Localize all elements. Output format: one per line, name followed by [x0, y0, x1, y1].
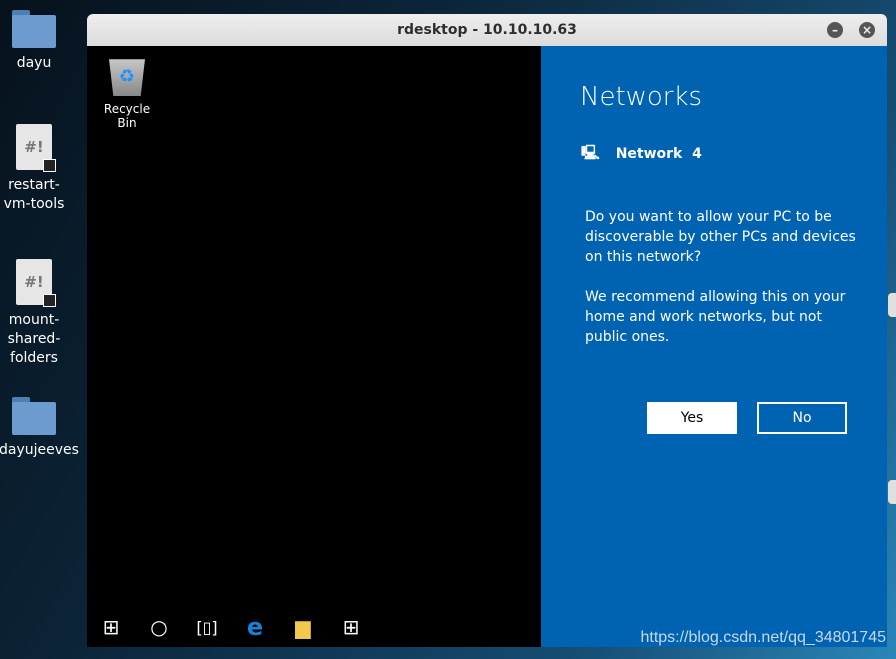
icon-label: dayujeeves	[0, 442, 79, 458]
folder-icon	[12, 10, 56, 48]
recycle-bin-label: Recycle Bin	[103, 102, 151, 130]
recommendation-text: We recommend allowing this on your home …	[585, 289, 846, 345]
desktop-edge-item	[888, 293, 896, 317]
close-icon[interactable]: ×	[859, 22, 875, 38]
networks-panel: Networks 🖳 Network 4 Do you want to allow…	[541, 46, 887, 647]
desktop-edge-item	[888, 480, 896, 504]
desktop-icon-dayu[interactable]: dayu	[0, 10, 69, 73]
minimize-icon[interactable]: –	[827, 22, 843, 38]
task-view-icon[interactable]: [▯]	[183, 618, 231, 637]
desktop-icon-mount-shared-folders[interactable]: #! mount-shared-folders	[0, 259, 69, 368]
desktop-icon-restart-vm-tools[interactable]: #! restart-vm-tools	[0, 124, 69, 214]
network-monitor-icon: 🖳	[581, 145, 600, 161]
cortana-circle-icon[interactable]: ○	[135, 615, 183, 639]
no-button[interactable]: No	[757, 402, 847, 434]
title-bar[interactable]: rdesktop - 10.10.10.63 – ×	[87, 14, 887, 46]
prompt-text: Do you want to allow your PC to be disco…	[585, 207, 865, 347]
question-text: Do you want to allow your PC to be disco…	[585, 209, 856, 265]
file-explorer-icon[interactable]: ▆	[279, 615, 327, 639]
watermark: https://blog.csdn.net/qq_34801745	[640, 629, 886, 646]
windows-taskbar: ⊞ ○ [▯] e ▆ ⊞	[87, 607, 541, 647]
network-item: 🖳 Network 4	[581, 142, 702, 166]
window-title: rdesktop - 10.10.10.63	[397, 22, 577, 38]
desktop-icon-dayujeeves[interactable]: dayujeeves	[0, 397, 79, 460]
folder-icon	[12, 397, 56, 435]
recycle-bin-icon: ♻	[109, 59, 145, 96]
rdesktop-window: rdesktop - 10.10.10.63 – × ♻ Recycle Bin …	[87, 14, 887, 647]
edge-icon[interactable]: e	[231, 613, 279, 641]
windows-start-icon[interactable]: ⊞	[87, 615, 135, 639]
yes-button[interactable]: Yes	[647, 402, 737, 434]
icon-label: dayu	[16, 55, 52, 71]
panel-title: Networks	[580, 82, 703, 112]
icon-label: restart-vm-tools	[3, 177, 65, 212]
script-icon: #!	[16, 124, 56, 172]
script-icon: #!	[16, 259, 56, 307]
icon-label: mount-shared-folders	[7, 312, 61, 366]
recycle-bin[interactable]: ♻ Recycle Bin	[93, 56, 161, 130]
network-name: Network 4	[615, 146, 702, 162]
store-icon[interactable]: ⊞	[327, 615, 375, 639]
